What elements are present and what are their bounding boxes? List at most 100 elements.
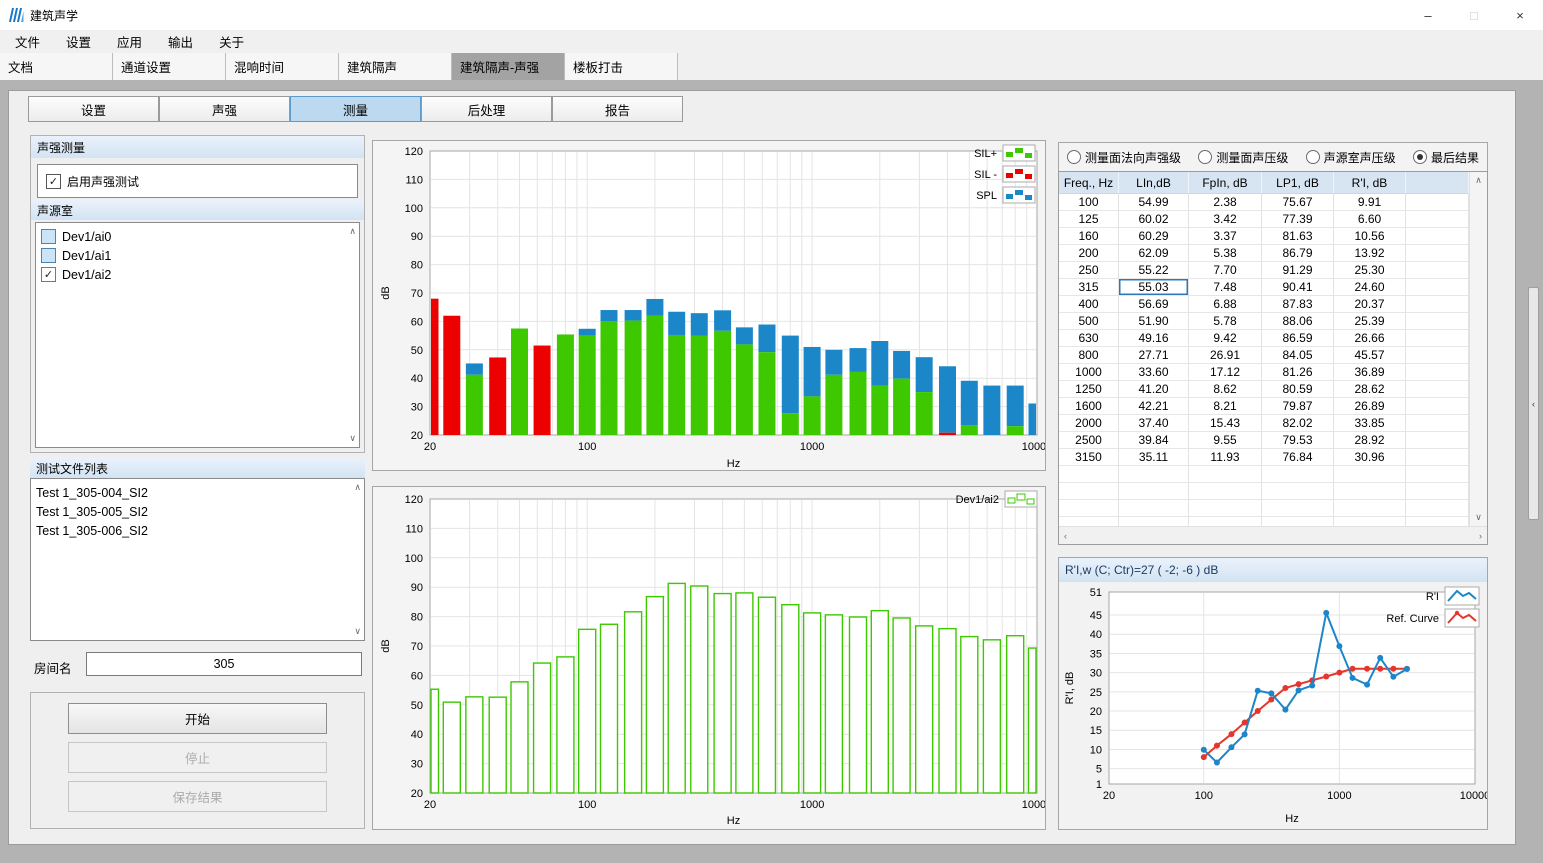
channel-checkbox[interactable] — [41, 248, 56, 263]
table-cell[interactable]: 1600 — [1059, 398, 1119, 415]
table-cell[interactable]: 2000 — [1059, 415, 1119, 432]
tab-1[interactable]: 通道设置 — [113, 53, 226, 80]
menu-item-1[interactable]: 设置 — [53, 29, 104, 54]
channel-item[interactable]: ✓Dev1/ai2 — [36, 265, 359, 284]
chevron-left-icon[interactable]: ‹ — [1064, 531, 1067, 541]
table-cell[interactable]: 35.11 — [1119, 449, 1189, 466]
table-cell[interactable]: 26.89 — [1334, 398, 1406, 415]
table-cell[interactable]: 1000 — [1059, 364, 1119, 381]
table-cell[interactable]: 60.02 — [1119, 211, 1189, 228]
table-cell[interactable]: 79.53 — [1262, 432, 1334, 449]
table-cell[interactable]: 13.92 — [1334, 245, 1406, 262]
radio-icon[interactable] — [1413, 150, 1427, 164]
menu-item-4[interactable]: 关于 — [206, 29, 257, 54]
table-row[interactable]: 12560.023.4277.396.60 — [1059, 211, 1469, 228]
enable-intensity-checkbox[interactable]: ✓ — [46, 174, 61, 189]
table-row[interactable]: 125041.208.6280.5928.62 — [1059, 381, 1469, 398]
table-vertical-scrollbar[interactable]: ∧ ∨ — [1469, 172, 1487, 526]
table-cell[interactable]: 30.96 — [1334, 449, 1406, 466]
table-row[interactable]: 315035.1111.9376.8430.96 — [1059, 449, 1469, 466]
table-cell[interactable]: 17.12 — [1189, 364, 1262, 381]
table-cell[interactable]: 27.71 — [1119, 347, 1189, 364]
table-cell[interactable]: 55.22 — [1119, 262, 1189, 279]
table-cell[interactable]: 60.29 — [1119, 228, 1189, 245]
table-cell[interactable]: 62.09 — [1119, 245, 1189, 262]
menu-item-0[interactable]: 文件 — [2, 29, 53, 54]
table-cell[interactable]: 6.88 — [1189, 296, 1262, 313]
radio-icon[interactable] — [1306, 150, 1320, 164]
table-cell[interactable]: 42.21 — [1119, 398, 1189, 415]
menu-item-3[interactable]: 输出 — [155, 29, 206, 54]
table-cell[interactable]: 100 — [1059, 194, 1119, 211]
table-row[interactable]: 250039.849.5579.5328.92 — [1059, 432, 1469, 449]
table-cell[interactable]: 8.21 — [1189, 398, 1262, 415]
table-row[interactable]: 200037.4015.4382.0233.85 — [1059, 415, 1469, 432]
table-cell[interactable]: 91.29 — [1262, 262, 1334, 279]
table-cell[interactable]: 33.60 — [1119, 364, 1189, 381]
chevron-down-icon[interactable]: ∨ — [349, 434, 356, 443]
subtab-4[interactable]: 报告 — [552, 96, 683, 122]
table-cell[interactable]: 81.63 — [1262, 228, 1334, 245]
table-cell[interactable]: 41.20 — [1119, 381, 1189, 398]
table-cell[interactable]: 630 — [1059, 330, 1119, 347]
table-cell[interactable]: 6.60 — [1334, 211, 1406, 228]
table-cell[interactable]: 315 — [1059, 279, 1119, 296]
table-row[interactable]: 31555.037.4890.4124.60 — [1059, 279, 1469, 296]
radio-option-0[interactable]: 测量面法向声强级 — [1067, 149, 1181, 166]
chevron-up-icon[interactable]: ∧ — [349, 227, 356, 236]
chevron-down-icon[interactable]: ∨ — [1475, 512, 1482, 523]
table-row[interactable]: 50051.905.7888.0625.39 — [1059, 313, 1469, 330]
table-cell[interactable]: 20.37 — [1334, 296, 1406, 313]
table-cell[interactable]: 24.60 — [1334, 279, 1406, 296]
table-cell[interactable]: 51.90 — [1119, 313, 1189, 330]
table-cell[interactable]: 55.03 — [1119, 279, 1189, 296]
radio-option-1[interactable]: 测量面声压级 — [1198, 149, 1288, 166]
table-cell[interactable]: 33.85 — [1334, 415, 1406, 432]
table-cell[interactable]: 9.42 — [1189, 330, 1262, 347]
table-cell[interactable]: 76.84 — [1262, 449, 1334, 466]
table-cell[interactable]: 37.40 — [1119, 415, 1189, 432]
table-cell[interactable]: 400 — [1059, 296, 1119, 313]
table-cell[interactable]: 3.37 — [1189, 228, 1262, 245]
chevron-right-icon[interactable]: › — [1479, 531, 1482, 541]
close-button[interactable]: × — [1497, 0, 1543, 30]
table-cell[interactable]: 39.84 — [1119, 432, 1189, 449]
radio-option-3[interactable]: 最后结果 — [1413, 149, 1479, 166]
table-cell[interactable]: 25.30 — [1334, 262, 1406, 279]
radio-option-2[interactable]: 声源室声压级 — [1306, 149, 1396, 166]
tab-3[interactable]: 建筑隔声 — [339, 53, 452, 80]
table-cell[interactable]: 90.41 — [1262, 279, 1334, 296]
table-cell[interactable]: 28.62 — [1334, 381, 1406, 398]
table-cell[interactable]: 3150 — [1059, 449, 1119, 466]
chevron-up-icon[interactable]: ∧ — [1475, 175, 1482, 186]
subtab-3[interactable]: 后处理 — [421, 96, 552, 122]
file-item[interactable]: Test 1_305-006_SI2 — [31, 521, 364, 540]
file-item[interactable]: Test 1_305-005_SI2 — [31, 502, 364, 521]
table-cell[interactable]: 36.89 — [1334, 364, 1406, 381]
table-cell[interactable]: 9.91 — [1334, 194, 1406, 211]
subtab-0[interactable]: 设置 — [28, 96, 159, 122]
table-cell[interactable]: 54.99 — [1119, 194, 1189, 211]
table-cell[interactable]: 26.91 — [1189, 347, 1262, 364]
table-cell[interactable]: 5.78 — [1189, 313, 1262, 330]
table-cell[interactable]: 10.56 — [1334, 228, 1406, 245]
table-cell[interactable]: 8.62 — [1189, 381, 1262, 398]
table-cell[interactable]: 9.55 — [1189, 432, 1262, 449]
table-cell[interactable]: 82.02 — [1262, 415, 1334, 432]
table-cell[interactable]: 87.83 — [1262, 296, 1334, 313]
table-cell[interactable]: 84.05 — [1262, 347, 1334, 364]
channel-item[interactable]: Dev1/ai1 — [36, 246, 359, 265]
table-cell[interactable]: 1250 — [1059, 381, 1119, 398]
enable-intensity-row[interactable]: ✓ 启用声强测试 — [37, 164, 358, 198]
chevron-down-icon[interactable]: ∨ — [354, 627, 361, 636]
table-cell[interactable]: 5.38 — [1189, 245, 1262, 262]
table-row[interactable]: 80027.7126.9184.0545.57 — [1059, 347, 1469, 364]
tab-2[interactable]: 混响时间 — [226, 53, 339, 80]
collapse-panel-handle[interactable]: ‹ — [1528, 287, 1539, 520]
tab-0[interactable]: 文档 — [0, 53, 113, 80]
table-cell[interactable]: 800 — [1059, 347, 1119, 364]
table-cell[interactable]: 3.42 — [1189, 211, 1262, 228]
table-cell[interactable]: 200 — [1059, 245, 1119, 262]
file-item[interactable]: Test 1_305-004_SI2 — [31, 483, 364, 502]
table-cell[interactable]: 7.48 — [1189, 279, 1262, 296]
